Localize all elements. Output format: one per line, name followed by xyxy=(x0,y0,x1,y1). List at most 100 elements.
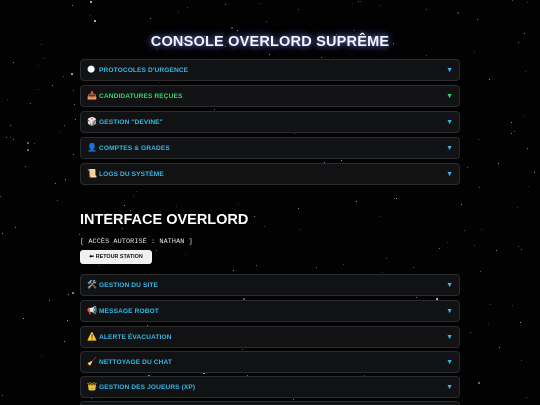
accordion-label: PROTOCOLES D'URGENCE xyxy=(99,66,189,74)
star-dot xyxy=(386,258,387,259)
star-dot xyxy=(64,125,65,126)
accordion-label: NETTOYAGE DU CHAT xyxy=(99,358,173,366)
accordion-comptes-grades[interactable]: 👤 COMPTES & GRADES ▼ xyxy=(80,137,460,159)
star-dot xyxy=(321,57,322,58)
star-dot xyxy=(254,216,255,217)
star-dot xyxy=(136,191,137,192)
overlord-page: CONSOLE OVERLORD SUPRÊME 🌑 PROTOCOLES D'… xyxy=(0,0,540,405)
access-status-text: [ ACCÈS AUTORISÉ : NATHAN ] xyxy=(80,238,193,246)
star-dot xyxy=(72,292,74,294)
accordion-gestion-joueurs[interactable]: 👑 GESTION DES JOUEURS (XP) ▼ xyxy=(80,376,460,398)
arrow-left-icon: ⬅ xyxy=(89,254,94,260)
chevron-down-icon[interactable]: ▼ xyxy=(443,359,453,366)
star-dot xyxy=(343,264,344,265)
star-dot xyxy=(2,233,3,234)
star-dot xyxy=(2,395,3,396)
chevron-down-icon[interactable]: ▼ xyxy=(443,67,453,74)
star-dot xyxy=(461,204,462,205)
star-dot xyxy=(379,216,380,217)
star-dot xyxy=(242,349,243,350)
star-dot xyxy=(7,99,8,100)
chevron-down-icon[interactable]: ▼ xyxy=(443,308,453,315)
star-dot xyxy=(298,208,299,209)
accordion-label: ALERTE ÉVACUATION xyxy=(99,333,172,341)
accordion-message-robot[interactable]: 📢 MESSAGE ROBOT ▼ xyxy=(80,300,460,322)
star-dot xyxy=(64,341,65,342)
chevron-down-icon[interactable]: ▼ xyxy=(443,119,453,126)
star-dot xyxy=(479,187,480,188)
star-dot xyxy=(478,382,480,384)
star-dot xyxy=(396,198,397,199)
console-title: CONSOLE OVERLORD SUPRÊME xyxy=(150,34,390,50)
tools-icon: 🛠️ xyxy=(87,280,97,289)
accordion-label: GESTION DU SITE xyxy=(99,281,159,289)
chevron-down-icon[interactable]: ▼ xyxy=(443,145,453,152)
chevron-down-icon[interactable]: ▼ xyxy=(443,93,453,100)
accordion-gestion-devine[interactable]: 🎲 GESTION "DEVINE" ▼ xyxy=(80,111,460,133)
star-dot xyxy=(478,139,479,140)
star-dot xyxy=(474,52,475,53)
interface-title: INTERFACE OVERLORD xyxy=(80,212,249,228)
accordion-alerte-evacuation[interactable]: ⚠️ ALERTE ÉVACUATION ▼ xyxy=(80,326,460,348)
star-dot xyxy=(489,79,490,80)
accordion-protocoles-urgence[interactable]: 🌑 PROTOCOLES D'URGENCE ▼ xyxy=(80,59,460,81)
star-dot xyxy=(34,143,35,144)
star-dot xyxy=(499,347,500,348)
star-dot xyxy=(148,236,149,237)
star-dot xyxy=(490,304,491,305)
star-dot xyxy=(527,148,528,149)
accordion-logs-systeme[interactable]: 📜 LOGS DU SYSTÈME ▼ xyxy=(80,163,460,185)
accordion-next-partial[interactable] xyxy=(80,401,460,405)
star-dot xyxy=(496,250,497,251)
star-dot xyxy=(27,142,29,144)
star-dot xyxy=(464,230,465,231)
inbox-tray-icon: 📥 xyxy=(87,91,97,100)
star-dot xyxy=(74,104,75,105)
star-dot xyxy=(72,5,73,6)
star-dot xyxy=(354,30,355,31)
star-dot xyxy=(71,73,73,75)
star-dot xyxy=(159,82,160,83)
star-dot xyxy=(25,166,26,167)
accordion-gestion-site[interactable]: 🛠️ GESTION DU SITE ▼ xyxy=(80,274,460,296)
star-dot xyxy=(73,90,74,91)
star-dot xyxy=(298,9,299,10)
star-dot xyxy=(23,318,24,319)
star-dot xyxy=(356,201,357,202)
star-dot xyxy=(122,228,123,229)
accordion-nettoyage-chat[interactable]: 🧹 NETTOYAGE DU CHAT ▼ xyxy=(80,351,460,373)
star-dot xyxy=(333,57,334,58)
star-dot xyxy=(341,160,342,161)
accordion-candidatures-recues[interactable]: 📥 CANDIDATURES REÇUES ▼ xyxy=(80,85,460,107)
star-dot xyxy=(512,305,513,306)
star-dot xyxy=(525,71,526,72)
accordion-label: CANDIDATURES REÇUES xyxy=(99,92,183,100)
return-station-button[interactable]: ⬅ RETOUR STATION xyxy=(80,250,152,264)
star-dot xyxy=(214,109,215,110)
star-dot xyxy=(67,320,68,321)
star-dot xyxy=(299,229,300,230)
chevron-down-icon[interactable]: ▼ xyxy=(443,171,453,178)
star-dot xyxy=(488,323,489,324)
star-dot xyxy=(130,210,131,211)
star-dot xyxy=(520,322,521,323)
chevron-down-icon[interactable]: ▼ xyxy=(443,282,453,289)
star-dot xyxy=(0,196,1,197)
broom-icon: 🧹 xyxy=(87,357,97,366)
chevron-down-icon[interactable]: ▼ xyxy=(443,384,453,391)
star-dot xyxy=(156,250,157,251)
star-dot xyxy=(511,122,512,123)
star-dot xyxy=(94,20,96,22)
return-station-label: RETOUR STATION xyxy=(95,254,143,260)
star-dot xyxy=(238,204,239,205)
star-dot xyxy=(178,11,179,12)
star-dot xyxy=(79,234,80,235)
star-dot xyxy=(27,149,29,151)
accordion-label: LOGS DU SYSTÈME xyxy=(99,170,164,178)
star-dot xyxy=(266,21,267,22)
warning-icon: ⚠️ xyxy=(87,332,97,341)
star-dot xyxy=(13,139,14,140)
star-dot xyxy=(225,4,226,5)
chevron-down-icon[interactable]: ▼ xyxy=(443,334,453,341)
star-dot xyxy=(57,200,58,201)
